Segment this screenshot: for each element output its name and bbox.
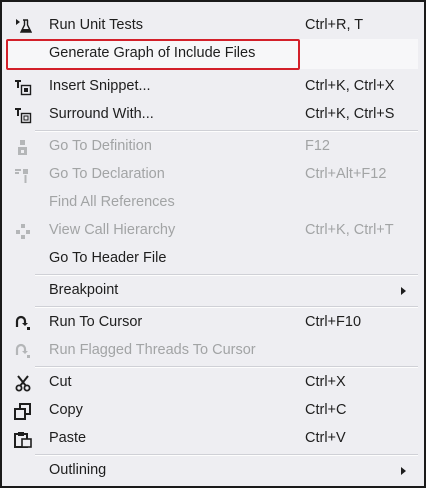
- menu-item-breakpoint[interactable]: Breakpoint: [4, 277, 420, 305]
- annotation-highlight-box: [6, 39, 300, 70]
- menu-item-label: View Call Hierarchy: [49, 222, 176, 238]
- menu-item-shortcut: Ctrl+K, Ctrl+S: [305, 106, 395, 122]
- paste-icon: [14, 431, 32, 448]
- menu-item-outlining[interactable]: Outlining: [4, 457, 420, 485]
- menu-item-label: Cut: [49, 374, 72, 390]
- menu-item-run-to-cursor[interactable]: Run To Cursor Ctrl+F10: [4, 309, 420, 337]
- menu-item-insert-snippet[interactable]: Insert Snippet... Ctrl+K, Ctrl+X: [4, 73, 420, 101]
- menu-item-label: Paste: [49, 430, 87, 446]
- menu-item-paste[interactable]: Paste Ctrl+V: [4, 425, 420, 453]
- menu-item-label: Go To Declaration: [49, 166, 165, 182]
- menu-item-shortcut: Ctrl+Alt+F12: [305, 166, 387, 182]
- go-to-declaration-icon: [14, 167, 32, 184]
- menu-item-shortcut: Ctrl+V: [305, 430, 346, 446]
- menu-item-shortcut: Ctrl+X: [305, 374, 346, 390]
- separator-highlight: [35, 307, 418, 308]
- menu-item-go-to-header-file[interactable]: Go To Header File: [4, 245, 420, 273]
- flask-icon: [14, 18, 33, 35]
- run-flagged-threads-icon: [14, 343, 32, 360]
- separator-highlight: [35, 367, 418, 368]
- menu-item-surround-with[interactable]: Surround With... Ctrl+K, Ctrl+S: [4, 101, 420, 129]
- menu-item-go-to-declaration[interactable]: Go To Declaration Ctrl+Alt+F12: [4, 161, 420, 189]
- menu-item-label: Run To Cursor: [49, 314, 143, 330]
- context-menu: Run Unit Tests Ctrl+R, T Generate Graph …: [0, 0, 426, 488]
- menu-item-shortcut: Ctrl+K, Ctrl+T: [305, 222, 394, 238]
- go-to-definition-icon: [14, 139, 32, 156]
- menu-item-label: Surround With...: [49, 106, 154, 122]
- scissors-icon: [14, 375, 32, 392]
- menu-item-label: Find All References: [49, 194, 175, 210]
- menu-item-view-call-hierarchy[interactable]: View Call Hierarchy Ctrl+K, Ctrl+T: [4, 217, 420, 245]
- separator-highlight: [35, 455, 418, 456]
- menu-item-go-to-definition[interactable]: Go To Definition F12: [4, 133, 420, 161]
- menu-item-label: Outlining: [49, 462, 107, 478]
- menu-item-label: Go To Definition: [49, 138, 152, 154]
- menu-item-shortcut: Ctrl+R, T: [305, 17, 364, 33]
- menu-item-label: Run Unit Tests: [49, 17, 144, 33]
- run-to-cursor-icon: [14, 315, 32, 332]
- menu-item-shortcut: Ctrl+F10: [305, 314, 362, 330]
- call-hierarchy-icon: [14, 223, 32, 240]
- menu-item-label: Go To Header File: [49, 250, 167, 266]
- menu-item-find-all-references[interactable]: Find All References: [4, 189, 420, 217]
- separator-highlight: [35, 131, 418, 132]
- submenu-arrow-icon: [401, 287, 406, 295]
- menu-item-shortcut: Ctrl+K, Ctrl+X: [305, 78, 395, 94]
- separator-highlight: [35, 275, 418, 276]
- submenu-arrow-icon: [401, 467, 406, 475]
- menu-item-cut[interactable]: Cut Ctrl+X: [4, 369, 420, 397]
- menu-item-copy[interactable]: Copy Ctrl+C: [4, 397, 420, 425]
- insert-snippet-icon: [14, 79, 32, 96]
- surround-with-icon: [14, 107, 32, 124]
- menu-item-run-flagged-threads-to-cursor[interactable]: Run Flagged Threads To Cursor: [4, 337, 420, 365]
- menu-item-shortcut: Ctrl+C: [305, 402, 347, 418]
- menu-item-label: Copy: [49, 402, 83, 418]
- menu-item-run-unit-tests[interactable]: Run Unit Tests Ctrl+R, T: [4, 12, 420, 40]
- menu-item-shortcut: F12: [305, 138, 330, 154]
- copy-icon: [14, 403, 32, 420]
- menu-item-label: Run Flagged Threads To Cursor: [49, 342, 256, 358]
- menu-item-label: Breakpoint: [49, 282, 119, 298]
- menu-item-label: Insert Snippet...: [49, 78, 151, 94]
